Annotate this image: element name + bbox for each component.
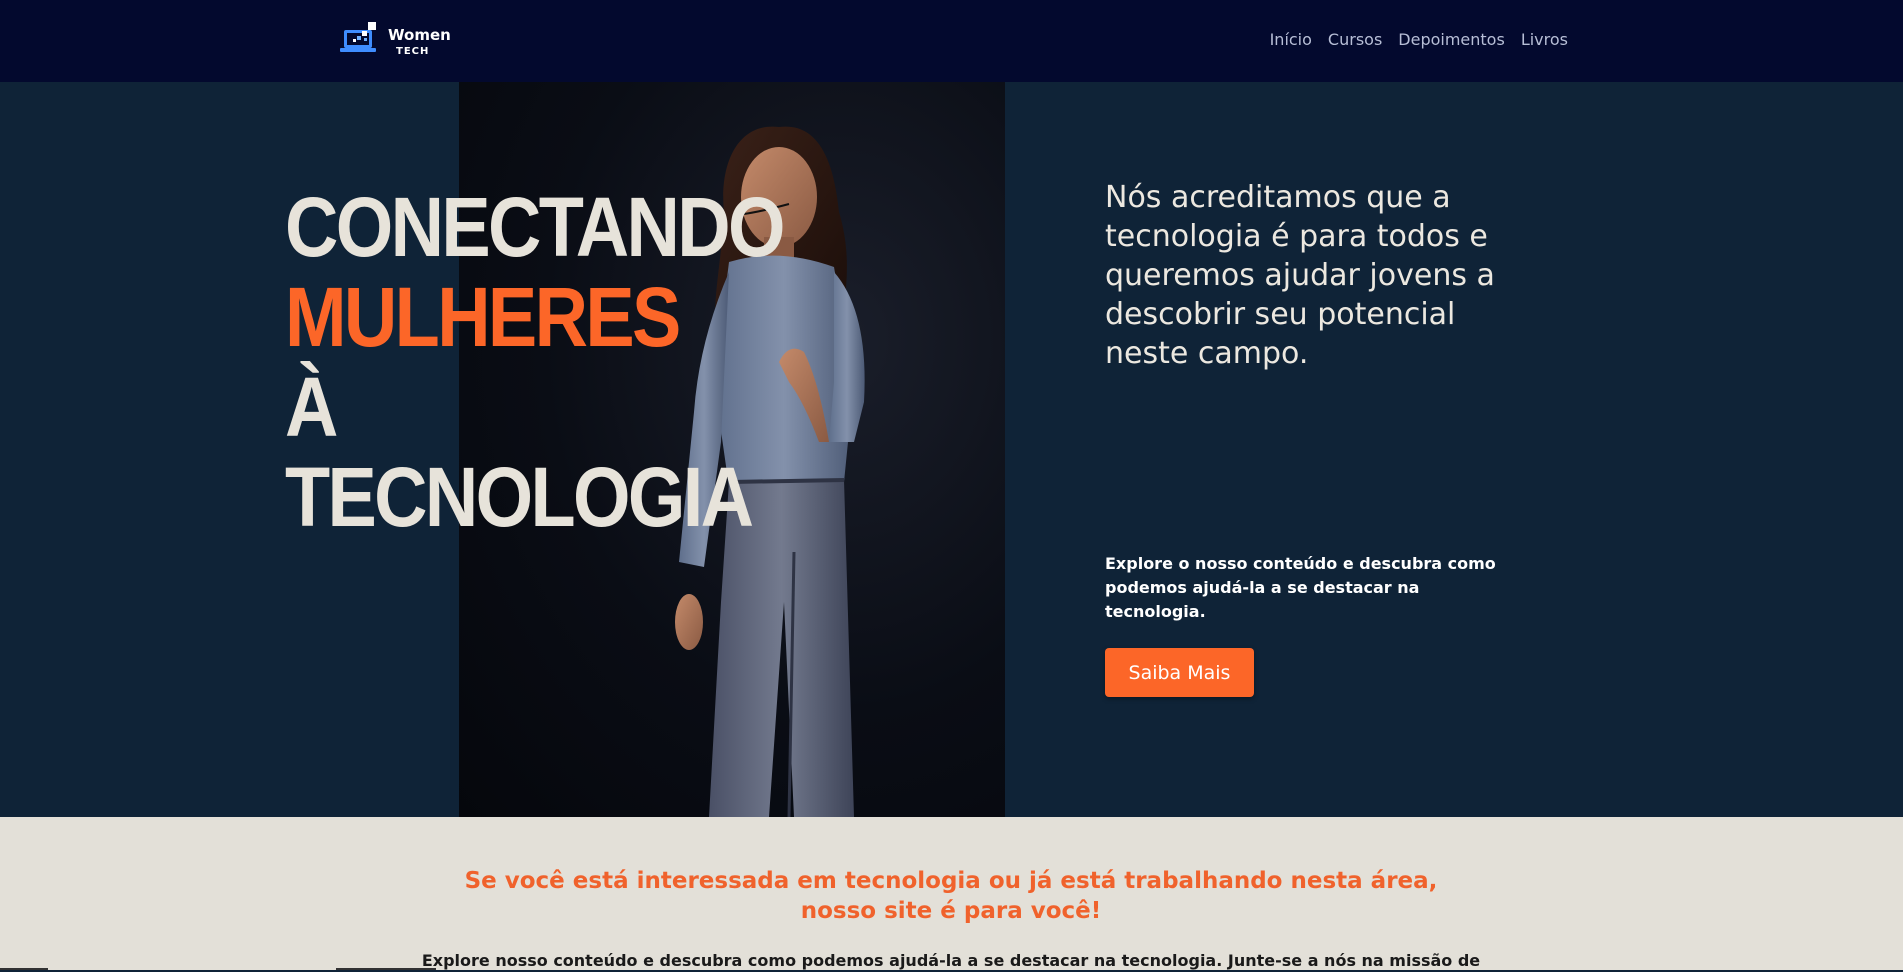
nav-link-cursos[interactable]: Cursos	[1328, 30, 1382, 49]
saiba-mais-button[interactable]: Saiba Mais	[1105, 648, 1254, 697]
intro-section: Se você está interessada em tecnologia o…	[0, 817, 1903, 970]
hero-tagline: Nós acreditamos que a tecnologia é para …	[1105, 180, 1495, 371]
hero-subtext: Explore o nosso conteúdo e descubra como…	[1105, 554, 1496, 621]
nav-link-livros[interactable]: Livros	[1521, 30, 1568, 49]
logo-text: Women TECH	[388, 28, 451, 57]
laptop-pixel-icon	[340, 22, 376, 52]
logo-line1: Women	[388, 26, 451, 44]
headline-rest: À	[285, 360, 338, 454]
nav-menu: Início Cursos Depoimentos Livros	[1270, 30, 1568, 49]
hero-section: CONECTANDO MULHERES À TECNOLOGIA Nós acr…	[0, 82, 1903, 817]
headline-line3: TECNOLOGIA	[285, 450, 754, 544]
headline-line1: CONECTANDO	[285, 180, 786, 274]
logo-line2: TECH	[396, 46, 430, 57]
hero-headline: CONECTANDO MULHERES À TECNOLOGIA	[285, 182, 786, 542]
logo[interactable]: Women TECH	[340, 22, 451, 60]
intro-text: Explore nosso conteúdo e descubra como p…	[421, 951, 1481, 970]
intro-title: Se você está interessada em tecnologia o…	[464, 868, 1438, 924]
nav-link-depoimentos[interactable]: Depoimentos	[1398, 30, 1505, 49]
nav-link-inicio[interactable]: Início	[1270, 30, 1312, 49]
headline-accent: MULHERES	[285, 270, 681, 364]
navbar: Women TECH Início Cursos Depoimentos Liv…	[0, 0, 1903, 82]
